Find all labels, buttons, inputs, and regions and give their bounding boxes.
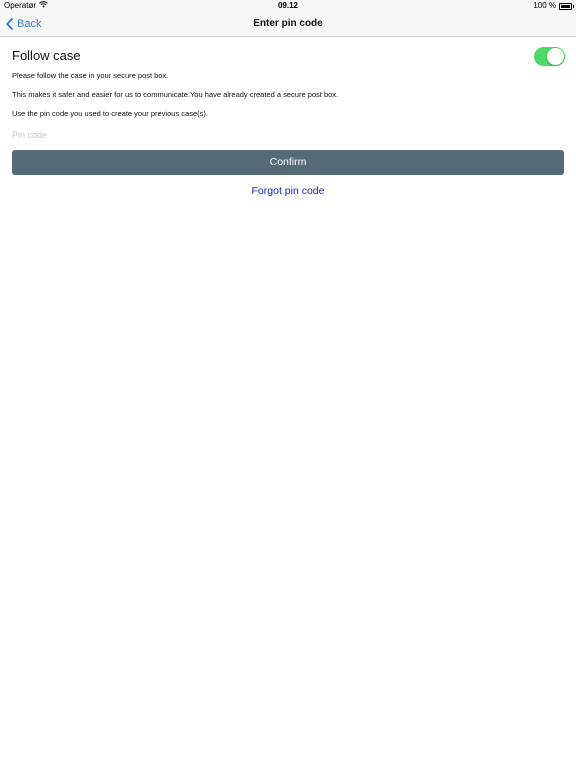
toggle-knob <box>547 48 564 65</box>
main-content: Follow case Please follow the case in yo… <box>12 44 565 197</box>
status-time: 09.12 <box>277 1 299 10</box>
page-title: Enter pin code <box>253 18 323 29</box>
battery-icon <box>559 2 574 10</box>
battery-fill <box>561 4 570 8</box>
pin-code-input[interactable] <box>12 128 564 142</box>
follow-case-label: Follow case <box>12 48 81 63</box>
navigation-bar: Back Enter pin code <box>0 12 576 37</box>
info-text-3: Use the pin code you used to create your… <box>12 109 208 118</box>
forgot-pin-code-link[interactable]: Forgot pin code <box>12 185 564 197</box>
status-right: 100 % <box>533 0 574 12</box>
follow-case-toggle[interactable] <box>534 47 565 66</box>
confirm-button[interactable]: Confirm <box>12 150 564 175</box>
info-text-1: Please follow the case in your secure po… <box>12 71 169 80</box>
status-bar: Operatør 09.12 100 % <box>0 0 576 12</box>
info-text-2: This makes it safer and easier for us to… <box>12 90 339 99</box>
follow-case-row: Follow case <box>12 44 565 68</box>
battery-percent: 100 % <box>533 1 556 10</box>
